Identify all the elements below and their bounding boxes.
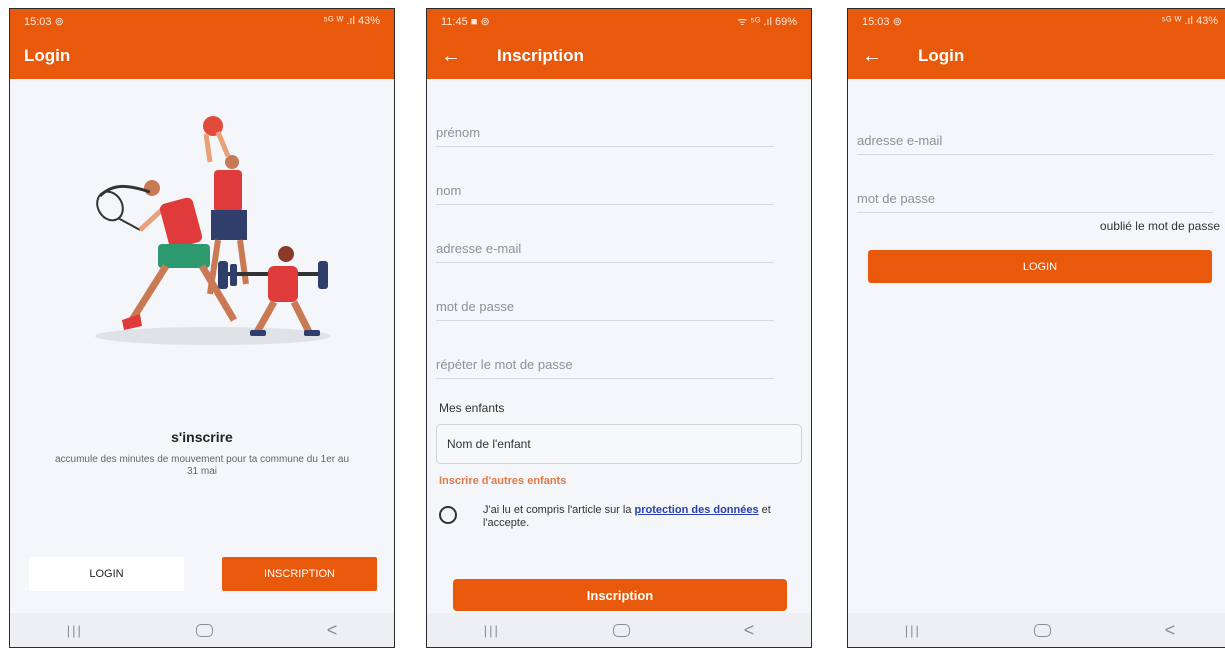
system-nav-bar: ||| < (10, 613, 394, 647)
login-button[interactable]: LOGIN (29, 557, 184, 591)
status-indicators: ᯤ ⁵ᴳ .ıl 69% (737, 15, 797, 28)
status-bar: 11:45 ■ ⊚ ᯤ ⁵ᴳ .ıl 69% (427, 9, 811, 33)
back-arrow-icon[interactable]: ← (441, 46, 481, 66)
status-time: 15:03 ⊚ (862, 15, 902, 28)
password-field[interactable]: mot de passe (436, 281, 774, 321)
email-field[interactable]: adresse e-mail (857, 115, 1213, 155)
phone-screen-login-form: 15:03 ⊚ ⁵ᴳ ᵂ .ıl 43% ← Login adresse e-m… (847, 8, 1225, 648)
consent-prefix: J'ai lu et compris l'article sur la (483, 504, 635, 516)
system-nav-bar: ||| < (427, 613, 811, 647)
recent-apps-icon[interactable]: ||| (905, 623, 921, 638)
status-time: 15:03 ⊚ (24, 15, 64, 28)
forgot-password-link[interactable]: oublié le mot de passe (1100, 219, 1220, 233)
home-icon[interactable] (613, 623, 631, 637)
consent-text: J'ai lu et compris l'article sur la prot… (483, 504, 793, 530)
last-name-field[interactable]: nom (436, 165, 774, 205)
sports-illustration (95, 116, 331, 345)
login-button[interactable]: LOGIN (868, 250, 1212, 283)
home-icon[interactable] (1034, 623, 1052, 637)
page-title: Inscription (497, 46, 584, 65)
page-title: Login (24, 46, 71, 65)
password-field[interactable]: mot de passe (857, 173, 1213, 213)
system-nav-bar: ||| < (848, 613, 1225, 647)
repeat-password-field[interactable]: répéter le mot de passe (436, 339, 774, 379)
child-name-input[interactable]: Nom de l'enfant (436, 424, 802, 464)
data-protection-link[interactable]: protection des données (635, 504, 759, 516)
back-nav-icon[interactable]: < (1165, 620, 1176, 641)
status-indicators: ⁵ᴳ ᵂ .ıl 43% (323, 15, 380, 27)
app-bar: ← Inscription (427, 33, 811, 79)
inscription-button[interactable]: INSCRIPTION (222, 557, 377, 591)
recent-apps-icon[interactable]: ||| (484, 623, 500, 638)
phone-screen-login-landing: 15:03 ⊚ ⁵ᴳ ᵂ .ıl 43% Login s'inscrire ac… (9, 8, 395, 648)
first-name-field[interactable]: prénom (436, 107, 774, 147)
home-icon[interactable] (196, 623, 214, 637)
back-nav-icon[interactable]: < (327, 620, 338, 641)
email-field[interactable]: adresse e-mail (436, 223, 774, 263)
signup-heading: s'inscrire (171, 429, 233, 445)
status-bar: 15:03 ⊚ ⁵ᴳ ᵂ .ıl 43% (848, 9, 1225, 33)
consent-radio[interactable] (439, 506, 457, 524)
phone-screen-inscription: 11:45 ■ ⊚ ᯤ ⁵ᴳ .ıl 69% ← Inscription pré… (426, 8, 812, 648)
children-label: Mes enfants (439, 401, 505, 415)
back-arrow-icon[interactable]: ← (862, 46, 902, 66)
submit-inscription-button[interactable]: Inscription (453, 579, 787, 611)
add-children-link[interactable]: Inscrire d'autres enfants (439, 475, 566, 487)
app-bar: ← Login (848, 33, 1225, 79)
status-time: 11:45 ■ ⊚ (441, 15, 490, 28)
recent-apps-icon[interactable]: ||| (67, 623, 83, 638)
signup-description: accumule des minutes de mouvement pour t… (54, 454, 350, 477)
back-nav-icon[interactable]: < (744, 620, 755, 641)
status-bar: 15:03 ⊚ ⁵ᴳ ᵂ .ıl 43% (10, 9, 394, 33)
app-bar: Login (10, 33, 394, 79)
page-title: Login (918, 46, 965, 65)
status-indicators: ⁵ᴳ ᵂ .ıl 43% (1161, 15, 1218, 27)
